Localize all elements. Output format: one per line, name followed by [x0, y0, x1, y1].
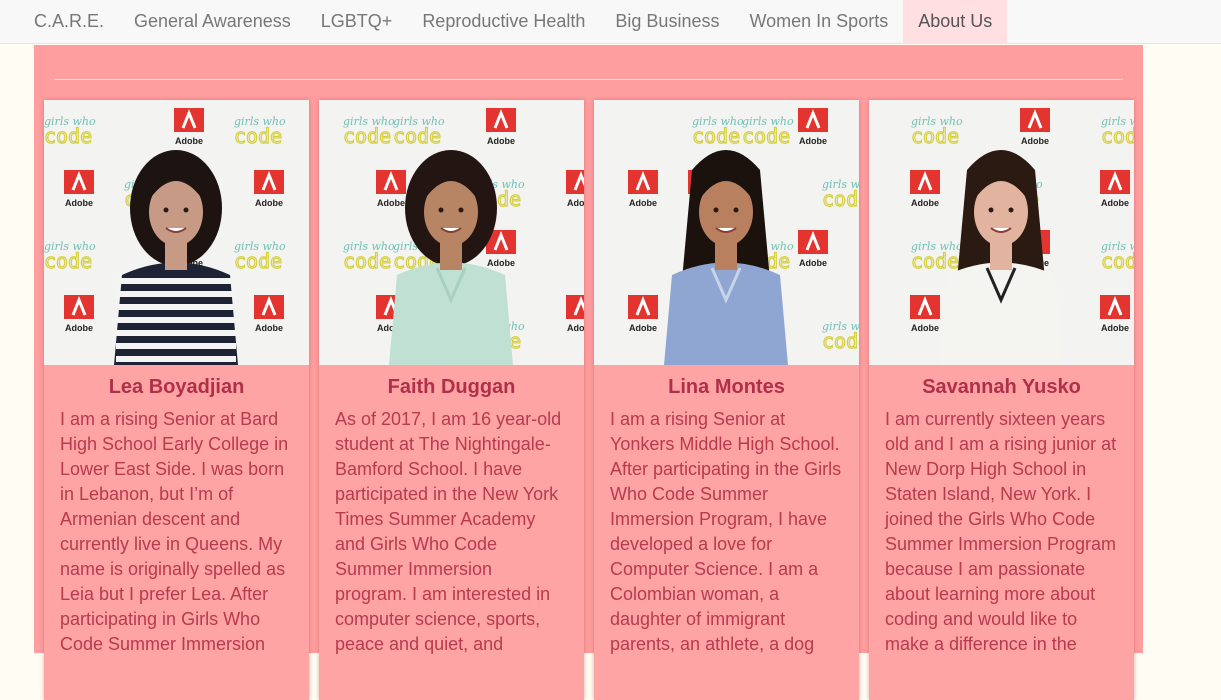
photo-image: AdobeAdobeAdobeAdobeAdobeAdobegirls whoc…	[869, 100, 1134, 365]
adobe-logo: Adobe	[910, 295, 940, 333]
adobe-logo: Adobe	[64, 170, 94, 208]
girls-who-code-logo: girls whocode	[1100, 115, 1134, 149]
svg-text:code: code	[822, 329, 859, 353]
svg-text:code: code	[44, 124, 92, 148]
adobe-logo: Adobe	[254, 295, 284, 333]
girls-who-code-logo: girls whocode	[741, 115, 794, 149]
about-us-section: Adobe Adobe Adobe Adobe Adobe Adobe girls whoc…	[34, 45, 1143, 700]
member-photo: AdobeAdobeAdobeAdobeAdobeAdobegirls whoc…	[319, 100, 584, 365]
girls-who-code-logo: girls whocode	[691, 115, 744, 149]
nav-item-women-in-sports[interactable]: Women In Sports	[734, 0, 903, 43]
girls-who-code-logo: girls whocode	[233, 115, 286, 149]
nav-item-big-business[interactable]: Big Business	[600, 0, 734, 43]
svg-text:code: code	[44, 249, 92, 273]
nav-item-lgbtq[interactable]: LGBTQ+	[306, 0, 408, 43]
member-bio: I am a rising Senior at Yonkers Middle H…	[610, 409, 842, 654]
girls-who-code-logo: girls whocode	[44, 115, 96, 149]
svg-text:code: code	[234, 124, 282, 148]
svg-text:Adobe: Adobe	[487, 258, 515, 268]
team-card: AdobeAdobeAdobeAdobeAdobeAdobegirls whoc…	[44, 100, 309, 700]
girls-who-code-logo: girls whocode	[392, 115, 445, 149]
member-name: Lina Montes	[668, 376, 785, 398]
nav-item-reproductive-health[interactable]: Reproductive Health	[407, 0, 600, 43]
top-navbar: C.A.R.E. General Awareness LGBTQ+ Reprod…	[0, 0, 1221, 44]
svg-text:code: code	[911, 249, 959, 273]
svg-text:Adobe: Adobe	[567, 198, 584, 208]
girls-who-code-logo: girls whocode	[821, 320, 859, 354]
adobe-logo: Adobe	[376, 170, 406, 208]
team-card: AdobeAdobeAdobeAdobeAdobeAdobegirls whoc…	[319, 100, 584, 700]
girls-who-code-logo: girls whocode	[233, 240, 286, 274]
member-name: Savannah Yusko	[922, 376, 1081, 398]
member-photo: AdobeAdobeAdobeAdobeAdobeAdobegirls whoc…	[869, 100, 1134, 365]
svg-text:Adobe: Adobe	[799, 136, 827, 146]
adobe-logo: Adobe	[628, 170, 658, 208]
nav-item-about-us[interactable]: About Us	[903, 0, 1008, 43]
girls-who-code-logo: girls whocode	[342, 115, 395, 149]
svg-text:Adobe: Adobe	[487, 136, 515, 146]
photo-image: AdobeAdobeAdobeAdobeAdobeAdobegirls whoc…	[594, 100, 859, 365]
svg-text:Adobe: Adobe	[799, 258, 827, 268]
adobe-logo: Adobe	[1100, 170, 1130, 208]
member-bio: I am currently sixteen years old and I a…	[885, 409, 1117, 654]
svg-text:Adobe: Adobe	[175, 136, 203, 146]
team-cards: Adobe Adobe Adobe Adobe Adobe Adobe girls whoc…	[44, 100, 1134, 700]
girls-who-code-logo: girls whocode	[910, 115, 963, 149]
svg-text:code: code	[692, 124, 740, 148]
adobe-logo: Adobe	[1100, 295, 1130, 333]
member-name: Lea Boyadjian	[108, 376, 245, 398]
photo-image: AdobeAdobeAdobeAdobeAdobeAdobegirls whoc…	[44, 100, 309, 365]
svg-text:Adobe: Adobe	[567, 323, 584, 333]
svg-text:Adobe: Adobe	[1021, 136, 1049, 146]
team-card: AdobeAdobeAdobeAdobeAdobeAdobegirls whoc…	[594, 100, 859, 700]
svg-text:Adobe: Adobe	[629, 198, 657, 208]
adobe-logo: Adobe	[1020, 108, 1050, 146]
adobe-logo: Adobe	[64, 295, 94, 333]
member-photo: AdobeAdobeAdobeAdobeAdobeAdobegirls whoc…	[44, 100, 309, 365]
section-divider	[54, 79, 1123, 80]
svg-text:Adobe: Adobe	[65, 198, 93, 208]
member-photo: AdobeAdobeAdobeAdobeAdobeAdobegirls whoc…	[594, 100, 859, 365]
adobe-logo: Adobe	[174, 108, 204, 146]
adobe-logo: Adobe	[254, 170, 284, 208]
nav-item-care[interactable]: C.A.R.E.	[19, 0, 119, 43]
member-name: Faith Duggan	[387, 376, 516, 398]
member-bio: I am a rising Senior at Bard High School…	[60, 409, 289, 654]
girls-who-code-logo: girls whocode	[1100, 240, 1134, 274]
adobe-logo: Adobe	[486, 108, 516, 146]
adobe-logo: Adobe	[798, 108, 828, 146]
girls-who-code-logo: girls whocode	[342, 240, 395, 274]
svg-text:Adobe: Adobe	[377, 198, 405, 208]
svg-text:Adobe: Adobe	[629, 323, 657, 333]
svg-text:Adobe: Adobe	[911, 198, 939, 208]
svg-text:code: code	[393, 124, 441, 148]
adobe-logo: Adobe	[910, 170, 940, 208]
svg-text:Adobe: Adobe	[1101, 198, 1129, 208]
photo-image: AdobeAdobeAdobeAdobeAdobeAdobegirls whoc…	[319, 100, 584, 365]
svg-text:code: code	[234, 249, 282, 273]
svg-text:code: code	[343, 249, 391, 273]
svg-text:Adobe: Adobe	[911, 323, 939, 333]
svg-text:code: code	[742, 124, 790, 148]
svg-text:code: code	[822, 187, 859, 211]
adobe-logo: Adobe	[566, 170, 584, 208]
svg-text:code: code	[343, 124, 391, 148]
girls-who-code-logo: girls whocode	[821, 178, 859, 212]
svg-text:Adobe: Adobe	[255, 323, 283, 333]
member-bio: As of 2017, I am 16 year-old student at …	[335, 409, 562, 654]
svg-text:Adobe: Adobe	[1101, 323, 1129, 333]
team-card: AdobeAdobeAdobeAdobeAdobeAdobegirls whoc…	[869, 100, 1134, 700]
girls-who-code-logo: girls whocode	[910, 240, 963, 274]
svg-text:code: code	[1101, 124, 1134, 148]
svg-text:code: code	[1101, 249, 1134, 273]
nav-item-general-awareness[interactable]: General Awareness	[119, 0, 306, 43]
svg-text:code: code	[911, 124, 959, 148]
svg-text:Adobe: Adobe	[255, 198, 283, 208]
girls-who-code-logo: girls whocode	[44, 240, 96, 274]
svg-text:Adobe: Adobe	[65, 323, 93, 333]
adobe-logo: Adobe	[628, 295, 658, 333]
adobe-logo: Adobe	[566, 295, 584, 333]
adobe-logo: Adobe	[798, 230, 828, 268]
